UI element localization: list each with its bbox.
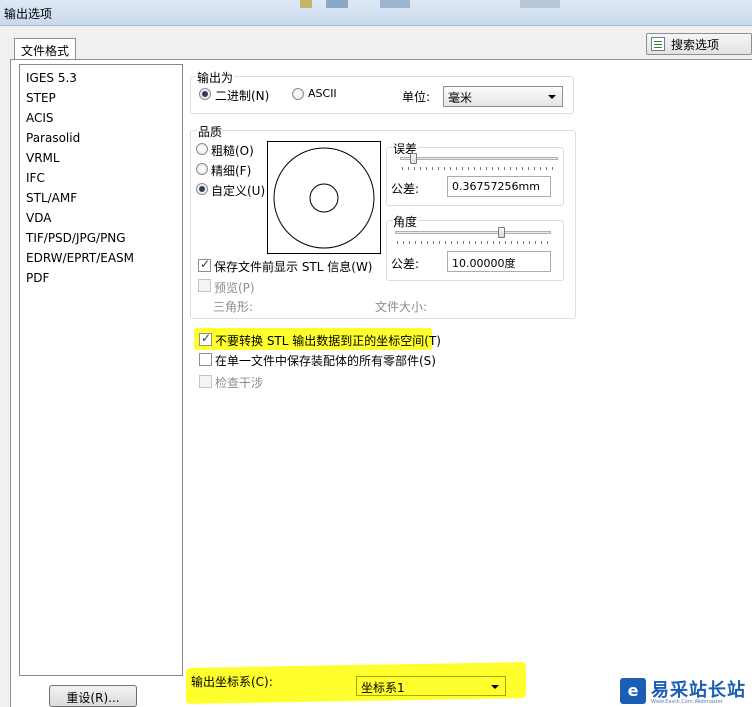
watermark: e 易采站长站 Www.Easck.Com Webmaster	[620, 676, 752, 707]
deviation-slider-track[interactable]	[400, 157, 558, 160]
fine-radio[interactable]	[196, 163, 208, 175]
custom-label: 自定义(U)	[211, 184, 266, 198]
deviation-tolerance-label: 公差:	[391, 182, 420, 196]
ascii-radio[interactable]	[292, 88, 304, 100]
reset-button[interactable]: 重设(R)...	[49, 685, 137, 707]
chevron-down-icon	[548, 95, 556, 99]
angle-slider-ticks	[397, 241, 551, 244]
angle-tolerance-input[interactable]: 10.00000度	[447, 251, 551, 272]
search-options-label: 搜索选项	[671, 37, 720, 52]
unit-dropdown[interactable]: 毫米	[443, 86, 563, 107]
preview-label: 预览(P)	[214, 281, 255, 295]
format-list[interactable]: IGES 5.3 STEP ACIS Parasolid VRML IFC ST…	[19, 64, 183, 676]
watermark-subtext: Www.Easck.Com Webmaster	[651, 699, 723, 705]
binary-radio[interactable]	[199, 88, 211, 100]
interference-label: 检查干涉	[215, 376, 264, 390]
angle-legend: 角度	[392, 213, 419, 230]
show-stl-info-label: 保存文件前显示 STL 信息(W)	[214, 260, 373, 274]
preview-circles-icon	[273, 147, 375, 249]
list-item[interactable]: VRML	[26, 151, 60, 165]
coarse-label: 粗糙(O)	[211, 144, 254, 158]
toolbar-fragment-icon	[380, 0, 410, 8]
coord-system-value: 坐标系1	[361, 681, 405, 695]
angle-slider-track[interactable]	[395, 231, 551, 234]
list-item[interactable]: PDF	[26, 271, 49, 285]
watermark-logo-icon: e	[620, 678, 646, 704]
deviation-slider-ticks	[402, 167, 556, 170]
list-item[interactable]: STEP	[26, 91, 56, 105]
no-transform-checkbox[interactable]	[199, 331, 212, 346]
binary-label: 二进制(N)	[215, 89, 270, 103]
single-file-checkbox[interactable]	[199, 353, 212, 366]
deviation-tolerance-input[interactable]: 0.36757256mm	[447, 176, 551, 197]
title-bar: 输出选项	[0, 0, 752, 26]
filesize-label: 文件大小:	[375, 300, 428, 314]
angle-slider-thumb[interactable]	[498, 227, 506, 238]
triangles-label: 三角形:	[213, 300, 254, 314]
tessellation-preview	[267, 141, 381, 254]
search-options-button[interactable]: 搜索选项	[646, 33, 752, 55]
window-title: 输出选项	[4, 7, 53, 21]
coarse-radio[interactable]	[196, 143, 208, 155]
list-item[interactable]: TIF/PSD/JPG/PNG	[26, 231, 126, 245]
deviation-slider-thumb[interactable]	[409, 153, 417, 164]
tab-file-format-label: 文件格式	[21, 44, 70, 58]
custom-radio[interactable]	[196, 183, 208, 195]
interference-checkbox[interactable]	[199, 375, 212, 388]
list-item[interactable]: ACIS	[26, 111, 54, 125]
ascii-label: ASCII	[308, 87, 337, 100]
show-stl-info-checkbox[interactable]	[198, 257, 211, 272]
list-item[interactable]: IFC	[26, 171, 45, 185]
fine-label: 精细(F)	[211, 164, 252, 178]
output-as-legend: 输出为	[196, 69, 235, 86]
list-item[interactable]: VDA	[26, 211, 51, 225]
unit-label: 单位:	[402, 90, 431, 104]
coord-system-dropdown[interactable]: 坐标系1	[356, 676, 506, 696]
search-options-icon	[651, 37, 665, 51]
unit-value: 毫米	[448, 91, 473, 105]
list-item-selected[interactable]: STL/AMF	[26, 191, 77, 205]
chevron-down-icon	[491, 685, 499, 689]
toolbar-fragment-icon	[300, 0, 312, 8]
angle-tolerance-label: 公差:	[391, 257, 420, 271]
toolbar-fragment-icon	[520, 0, 560, 8]
list-item[interactable]: IGES 5.3	[26, 71, 77, 85]
list-item[interactable]: EDRW/EPRT/EASM	[26, 251, 134, 265]
list-item[interactable]: Parasolid	[26, 131, 80, 145]
no-transform-label: 不要转换 STL 输出数据到正的坐标空间(T)	[215, 334, 441, 348]
quality-legend: 品质	[197, 123, 224, 140]
tab-file-format[interactable]: 文件格式	[14, 38, 76, 60]
coord-system-label: 输出坐标系(C):	[191, 675, 273, 689]
toolbar-fragment-icon	[326, 0, 348, 8]
preview-checkbox[interactable]	[198, 279, 211, 292]
single-file-label: 在单一文件中保存装配体的所有零部件(S)	[215, 354, 436, 368]
